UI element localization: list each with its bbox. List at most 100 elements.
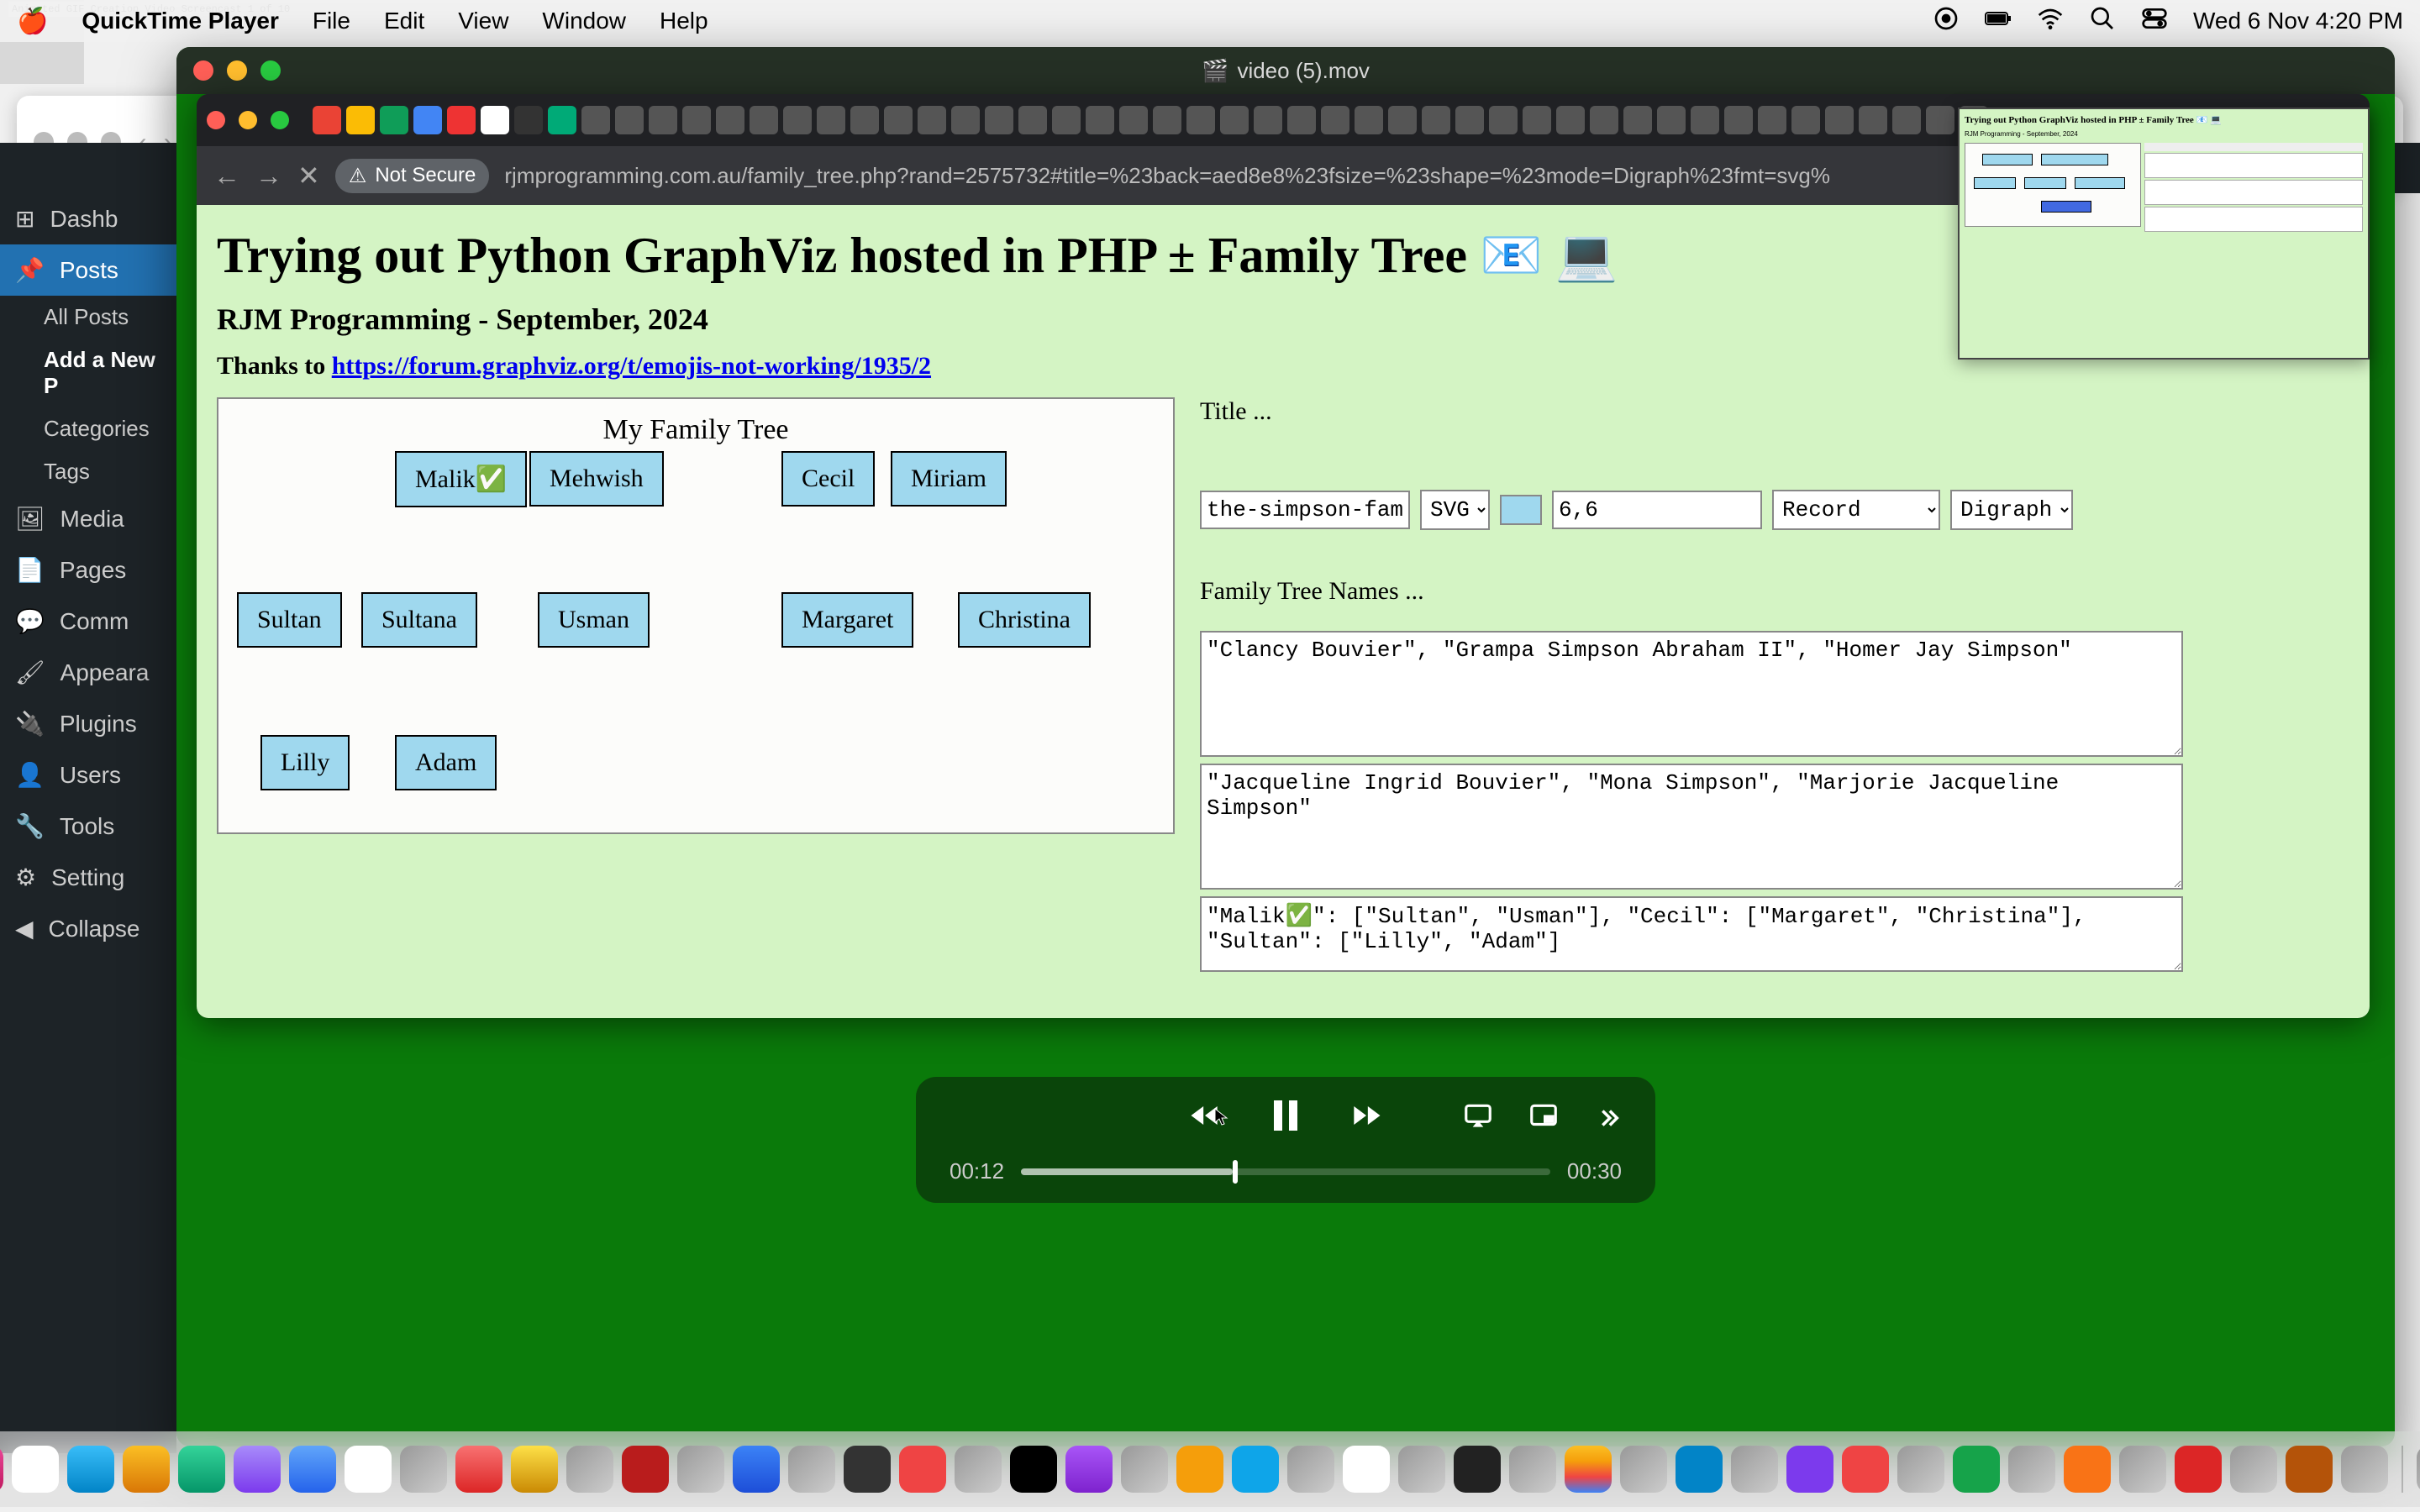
favicon[interactable] (1321, 106, 1349, 134)
clock[interactable]: Wed 6 Nov 4:20 PM (2193, 8, 2403, 34)
favicon[interactable] (1590, 106, 1618, 134)
favicon[interactable] (918, 106, 946, 134)
color-swatch[interactable] (1500, 495, 1542, 525)
favicon[interactable] (716, 106, 744, 134)
fastforward-button[interactable] (1348, 1097, 1385, 1143)
dock-app[interactable] (899, 1446, 946, 1493)
favicon[interactable] (750, 106, 778, 134)
qt-traffic-lights[interactable] (193, 60, 281, 81)
dock-app[interactable] (2119, 1446, 2166, 1493)
names-textarea-2[interactable] (1200, 764, 2183, 890)
dock-app[interactable] (1731, 1446, 1778, 1493)
dock-app[interactable] (1232, 1446, 1279, 1493)
dock-app[interactable] (1343, 1446, 1390, 1493)
favicon[interactable] (514, 106, 543, 134)
dock-messages[interactable] (178, 1446, 225, 1493)
wp-plugins[interactable]: 🔌Plugins (0, 698, 176, 749)
favicon[interactable] (1657, 106, 1686, 134)
dock-app[interactable] (1398, 1446, 1445, 1493)
wp-all-posts[interactable]: All Posts (0, 296, 176, 339)
dock-app[interactable] (12, 1446, 59, 1493)
favicon[interactable] (548, 106, 576, 134)
dock-app[interactable] (1953, 1446, 2000, 1493)
favicon[interactable] (346, 106, 375, 134)
favicon[interactable] (1388, 106, 1417, 134)
favicon[interactable] (850, 106, 879, 134)
favicon[interactable] (1153, 106, 1181, 134)
dock-app[interactable] (2341, 1446, 2388, 1493)
favicon[interactable] (380, 106, 408, 134)
seek-knob[interactable] (1233, 1160, 1238, 1184)
pip-icon[interactable] (1528, 1100, 1560, 1142)
dock-app[interactable] (788, 1446, 835, 1493)
favicon[interactable] (1556, 106, 1585, 134)
wp-settings[interactable]: ⚙Setting (0, 852, 176, 903)
dock-app[interactable] (677, 1446, 724, 1493)
favicon[interactable] (1892, 106, 1921, 134)
pip-thumbnail[interactable]: Trying out Python GraphViz hosted in PHP… (1958, 108, 2370, 360)
airplay-icon[interactable] (1462, 1100, 1494, 1142)
favicon[interactable] (313, 106, 341, 134)
dock-app[interactable] (1065, 1446, 1113, 1493)
menu-window[interactable]: Window (542, 8, 626, 34)
rewind-button[interactable] (1186, 1097, 1223, 1143)
wp-categories[interactable]: Categories (0, 407, 176, 450)
dock-app[interactable] (234, 1446, 281, 1493)
dock-app[interactable] (1509, 1446, 1556, 1493)
favicon[interactable] (1220, 106, 1249, 134)
dock-app[interactable] (1620, 1446, 1667, 1493)
favicon[interactable] (1791, 106, 1820, 134)
back-icon[interactable]: ← (213, 160, 240, 192)
menu-file[interactable]: File (313, 8, 350, 34)
url-text[interactable]: rjmprogramming.com.au/family_tree.php?ra… (504, 163, 1830, 189)
dock-app[interactable] (511, 1446, 558, 1493)
dock-app[interactable] (1676, 1446, 1723, 1493)
favicon[interactable] (783, 106, 812, 134)
wp-tools[interactable]: 🔧Tools (0, 801, 176, 852)
favicon[interactable] (581, 106, 610, 134)
dock-app[interactable] (1176, 1446, 1223, 1493)
favicon[interactable] (1926, 106, 1954, 134)
seek-slider[interactable] (1021, 1168, 1550, 1175)
favicon[interactable] (1018, 106, 1047, 134)
favicon[interactable] (884, 106, 913, 134)
dock-app[interactable] (1842, 1446, 1889, 1493)
dock-app[interactable] (622, 1446, 669, 1493)
wp-tags[interactable]: Tags (0, 450, 176, 493)
favicon[interactable] (481, 106, 509, 134)
dock-calendar[interactable] (345, 1446, 392, 1493)
dock-app[interactable] (2175, 1446, 2222, 1493)
security-badge[interactable]: ⚠Not Secure (335, 159, 490, 193)
shape-select[interactable]: Record (1772, 490, 1940, 530)
dock-safari[interactable] (67, 1446, 114, 1493)
dock-chrome[interactable] (1565, 1446, 1612, 1493)
favicon[interactable] (1119, 106, 1148, 134)
dock-app[interactable] (1121, 1446, 1168, 1493)
favicon[interactable] (1523, 106, 1551, 134)
dock-app[interactable] (844, 1446, 891, 1493)
favicon[interactable] (1052, 106, 1081, 134)
favicon[interactable] (951, 106, 980, 134)
dock-app[interactable] (2230, 1446, 2277, 1493)
dock-app[interactable] (400, 1446, 447, 1493)
favicon[interactable] (1186, 106, 1215, 134)
wp-users[interactable]: 👤Users (0, 749, 176, 801)
favicon[interactable] (1455, 106, 1484, 134)
wp-appearance[interactable]: 🖌Appeara (0, 647, 176, 698)
names-textarea-1[interactable] (1200, 631, 2183, 757)
forward-icon[interactable]: → (255, 160, 282, 192)
dock-app[interactable] (2008, 1446, 2055, 1493)
wp-comments[interactable]: 💬Comm (0, 596, 176, 647)
wp-pages[interactable]: 📄Pages (0, 544, 176, 596)
favicon[interactable] (447, 106, 476, 134)
app-name[interactable]: QuickTime Player (82, 8, 279, 34)
format-select[interactable]: SVG (1420, 490, 1490, 530)
spotlight-icon[interactable] (2089, 5, 2116, 38)
size-input[interactable] (1552, 491, 1762, 529)
wifi-icon[interactable] (2037, 5, 2064, 38)
favicon[interactable] (1859, 106, 1887, 134)
mode-select[interactable]: Digraph (1950, 490, 2073, 530)
favicon[interactable] (1489, 106, 1518, 134)
screenrec-icon[interactable] (1933, 5, 1960, 38)
favicon[interactable] (1691, 106, 1719, 134)
